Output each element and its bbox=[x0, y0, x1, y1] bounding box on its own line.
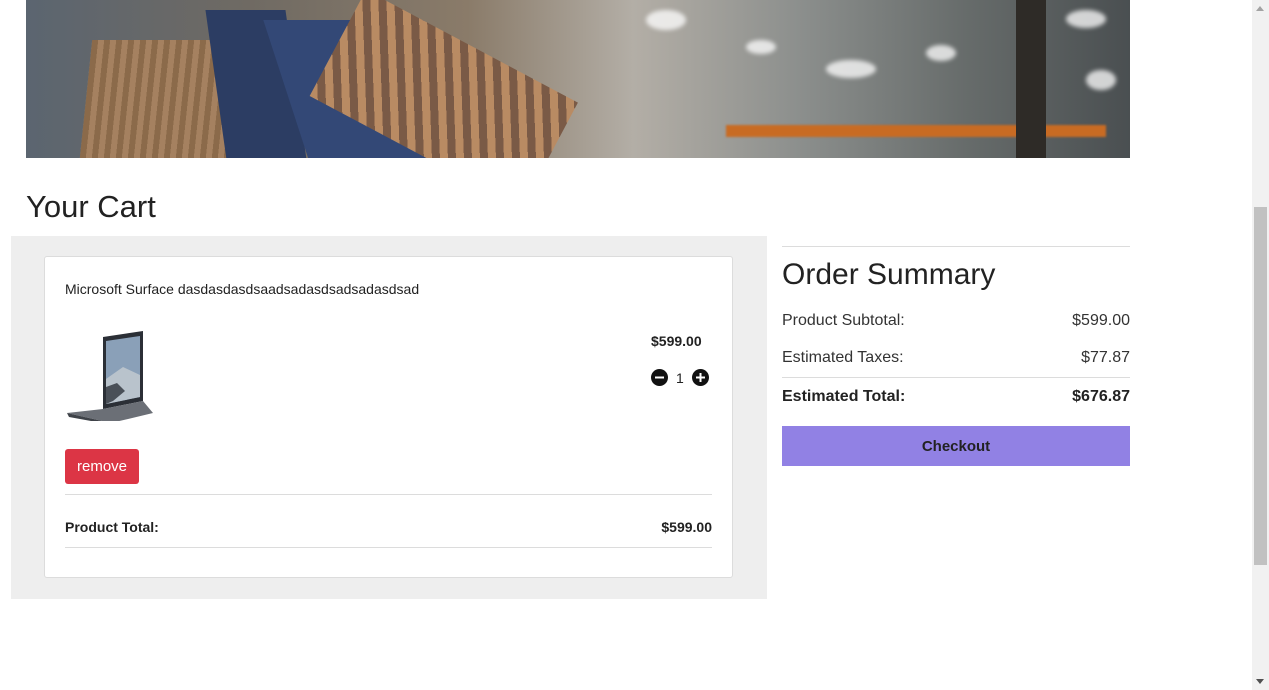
minus-icon[interactable] bbox=[651, 369, 668, 386]
remove-button[interactable]: remove bbox=[65, 449, 139, 484]
taxes-label: Estimated Taxes: bbox=[782, 349, 904, 366]
cart-item-card: Microsoft Surface dasdasdasdsaadsadasdsa… bbox=[44, 256, 733, 578]
checkout-button[interactable]: Checkout bbox=[782, 426, 1130, 466]
quantity-value: 1 bbox=[676, 369, 684, 386]
taxes-value: $77.87 bbox=[1081, 349, 1130, 366]
scroll-thumb[interactable] bbox=[1254, 207, 1267, 565]
scroll-up-icon[interactable] bbox=[1256, 6, 1264, 11]
order-summary: Order Summary Product Subtotal: $599.00 … bbox=[782, 246, 1130, 466]
quantity-stepper: 1 bbox=[651, 369, 709, 386]
estimated-total-label: Estimated Total: bbox=[782, 388, 906, 405]
plus-icon[interactable] bbox=[691, 369, 709, 386]
subtotal-label: Product Subtotal: bbox=[782, 312, 905, 329]
divider bbox=[782, 377, 1130, 378]
hero-banner-image bbox=[26, 0, 1130, 158]
estimated-total-value: $676.87 bbox=[1072, 388, 1130, 405]
taxes-row: Estimated Taxes: $77.87 bbox=[782, 349, 1130, 367]
subtotal-value: $599.00 bbox=[1072, 312, 1130, 329]
item-price: $599.00 bbox=[651, 333, 702, 349]
subtotal-row: Product Subtotal: $599.00 bbox=[782, 312, 1130, 330]
divider bbox=[65, 494, 712, 495]
scroll-down-icon[interactable] bbox=[1256, 679, 1264, 684]
total-row: Estimated Total: $676.87 bbox=[782, 388, 1130, 406]
order-summary-title: Order Summary bbox=[782, 258, 996, 291]
divider bbox=[782, 246, 1130, 247]
divider bbox=[65, 547, 712, 548]
product-total-label: Product Total: bbox=[65, 519, 159, 535]
cart-panel: Microsoft Surface dasdasdasdsaadsadasdsa… bbox=[11, 236, 767, 599]
laptop-image[interactable] bbox=[65, 329, 157, 425]
vertical-scrollbar[interactable] bbox=[1252, 0, 1269, 690]
product-total-value: $599.00 bbox=[661, 519, 712, 535]
product-name[interactable]: Microsoft Surface dasdasdasdsaadsadasdsa… bbox=[65, 281, 419, 297]
cart-title: Your Cart bbox=[26, 189, 156, 224]
